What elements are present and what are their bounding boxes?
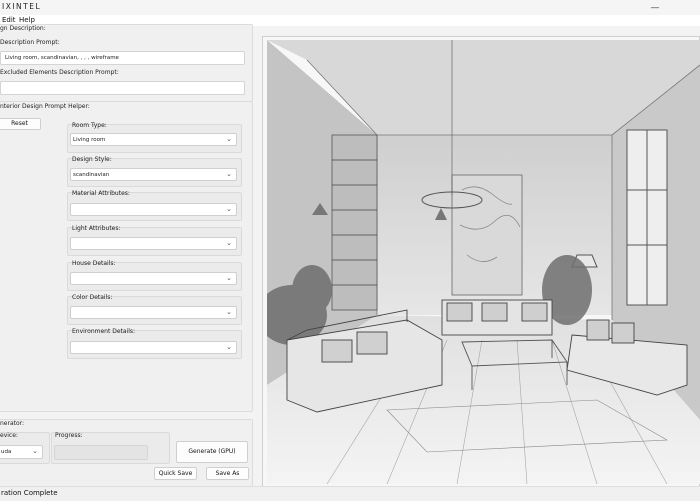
chevron-down-icon: ⌄ bbox=[226, 308, 232, 316]
chevron-down-icon: ⌄ bbox=[226, 205, 232, 213]
status-text: ration Complete bbox=[1, 489, 58, 497]
minimize-icon: — bbox=[650, 2, 660, 13]
progress-bar bbox=[54, 445, 148, 460]
material-attributes-label: Material Attributes: bbox=[72, 190, 130, 197]
material-attributes-select[interactable]: ⌄ bbox=[70, 203, 237, 216]
color-details-select[interactable]: ⌄ bbox=[70, 306, 237, 319]
reset-button[interactable]: Reset bbox=[0, 118, 41, 130]
light-attributes-label: Light Attributes: bbox=[72, 225, 121, 232]
chevron-down-icon: ⌄ bbox=[32, 447, 38, 455]
excluded-elements-input[interactable] bbox=[0, 81, 245, 95]
chevron-down-icon: ⌄ bbox=[226, 239, 232, 247]
prompt-helper-title: nterior Design Prompt Helper: bbox=[0, 103, 90, 110]
save-as-button[interactable]: Save As bbox=[206, 467, 249, 480]
environment-details-select[interactable]: ⌄ bbox=[70, 341, 237, 354]
status-bar: ration Complete bbox=[0, 486, 700, 501]
description-prompt-label: Description Prompt: bbox=[0, 39, 60, 46]
light-attributes-select[interactable]: ⌄ bbox=[70, 237, 237, 250]
chevron-down-icon: ⌄ bbox=[226, 274, 232, 282]
chevron-down-icon: ⌄ bbox=[226, 135, 232, 143]
room-type-select[interactable]: Living room ⌄ bbox=[70, 133, 237, 146]
generate-button[interactable]: Generate (GPU) bbox=[176, 441, 248, 463]
quick-save-button[interactable]: Quick Save bbox=[154, 467, 197, 480]
title-bar: IXINTEL — bbox=[0, 0, 700, 15]
design-style-value: scandinavian bbox=[73, 172, 110, 178]
generator-group-title: nerator: bbox=[0, 420, 25, 427]
excluded-elements-label: Excluded Elements Description Prompt: bbox=[0, 69, 119, 76]
generated-image bbox=[267, 40, 700, 484]
chevron-down-icon: ⌄ bbox=[226, 343, 232, 351]
chevron-down-icon: ⌄ bbox=[226, 170, 232, 178]
design-style-select[interactable]: scandinavian ⌄ bbox=[70, 168, 237, 181]
window-title: IXINTEL bbox=[2, 2, 42, 11]
house-details-label: House Details: bbox=[72, 260, 116, 267]
device-select[interactable]: uda ⌄ bbox=[0, 445, 43, 459]
menu-item-edit[interactable]: Edit bbox=[2, 16, 16, 24]
environment-details-label: Environment Details: bbox=[72, 328, 136, 335]
menu-item-help[interactable]: Help bbox=[19, 16, 35, 24]
room-type-label: Room Type: bbox=[72, 122, 107, 129]
minimize-button[interactable]: — bbox=[640, 0, 670, 15]
design-style-label: Design Style: bbox=[72, 156, 112, 163]
description-prompt-input[interactable]: Living room, scandinavian, , , , wirefra… bbox=[0, 51, 245, 65]
color-details-label: Color Details: bbox=[72, 294, 113, 301]
device-value: uda bbox=[1, 449, 12, 455]
description-group-title: gn Description: bbox=[0, 25, 46, 32]
room-type-value: Living room bbox=[73, 137, 106, 143]
house-details-select[interactable]: ⌄ bbox=[70, 272, 237, 285]
device-label: evice: bbox=[0, 432, 18, 439]
progress-label: Progress: bbox=[55, 432, 83, 439]
